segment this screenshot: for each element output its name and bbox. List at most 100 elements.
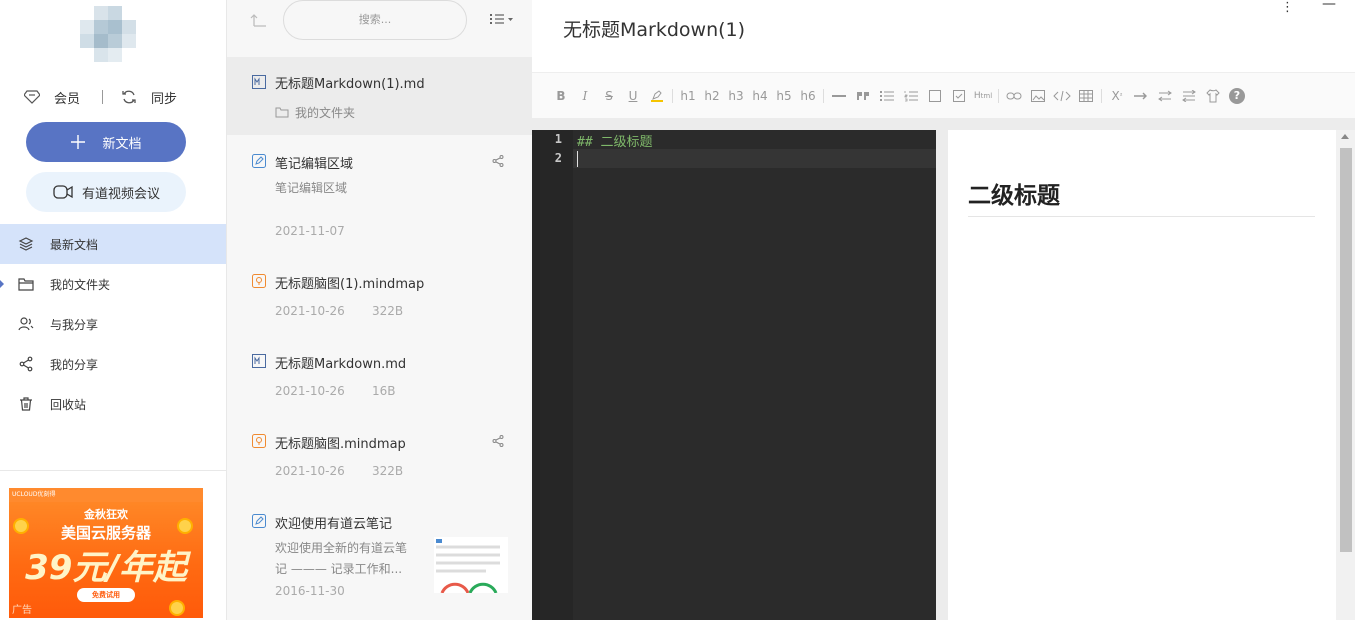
doc-title: 无标题脑图(1).mindmap	[275, 277, 425, 292]
table-button[interactable]	[1074, 86, 1098, 106]
code-button[interactable]	[1050, 86, 1074, 106]
document-title[interactable]: 无标题Markdown(1)	[563, 15, 745, 42]
doc-title: 笔记编辑区域	[275, 157, 354, 172]
divider	[102, 90, 104, 104]
sidebar-item-trash[interactable]: 回收站	[0, 384, 226, 424]
doc-folder: 我的文件夹	[295, 106, 356, 120]
up-level-icon[interactable]	[249, 12, 267, 28]
expand-caret-icon[interactable]	[0, 280, 4, 288]
ad-image[interactable]: UCLOUD优刻得 金秋狂欢 美国云服务器 39元/年起 免费试用 广告	[9, 488, 203, 618]
mindmap-icon	[252, 274, 266, 288]
sidebar-item-shared-with-me[interactable]: 与我分享	[0, 304, 226, 344]
image-icon	[1031, 89, 1045, 102]
bold-button[interactable]: B	[549, 86, 573, 106]
note-icon	[252, 154, 266, 168]
sidebar-item-label: 我的文件夹	[50, 277, 111, 292]
list-item[interactable]: 无标题脑图(1).mindmap 2021-10-26 322B	[227, 257, 532, 335]
pane-divider[interactable]	[936, 130, 948, 620]
doc-title: 无标题Markdown(1).md	[275, 77, 425, 92]
hr-icon	[832, 94, 846, 97]
help-button[interactable]: ?	[1225, 86, 1249, 106]
avatar[interactable]	[80, 6, 136, 62]
list-item[interactable]: 欢迎使用有道云笔记 欢迎使用全新的有道云笔 记 ——— 记录工作和... 201…	[227, 497, 532, 620]
h3-button[interactable]: h3	[724, 86, 748, 106]
arrow-right-icon	[1134, 92, 1147, 99]
doc-size: 322B	[372, 304, 404, 318]
doc-title: 欢迎使用有道云笔记	[275, 517, 393, 532]
ad-banner[interactable]: UCLOUD优刻得 金秋狂欢 美国云服务器 39元/年起 免费试用 广告	[0, 470, 226, 620]
quote-button[interactable]	[851, 86, 875, 106]
horizontal-rule-button[interactable]	[827, 86, 851, 106]
checkbox-button[interactable]	[923, 86, 947, 106]
line-number-gutter: 1 2	[532, 130, 573, 620]
scroll-up-arrow-icon[interactable]	[1341, 134, 1349, 139]
sidebar: 会员 同步 新文档 有道视频会议 最新文档 我的文件夹 与我分享 我的分享 回收…	[0, 0, 227, 620]
doc-date: 2021-10-26	[275, 304, 345, 318]
share-icon[interactable]	[492, 435, 504, 447]
scroll-thumb[interactable]	[1340, 148, 1352, 552]
h2-button[interactable]: h2	[700, 86, 724, 106]
share-icon[interactable]	[492, 155, 504, 167]
doc-summary: 笔记编辑区域	[275, 181, 348, 195]
image-button[interactable]	[1026, 86, 1050, 106]
list-item[interactable]: 无标题Markdown.md 2021-10-26 16B	[227, 337, 532, 415]
sidebar-item-my-shares[interactable]: 我的分享	[0, 344, 226, 384]
bullet-list-button[interactable]	[875, 86, 899, 106]
table-icon	[1079, 89, 1093, 102]
checkbox-icon	[929, 89, 941, 102]
h4-button[interactable]: h4	[748, 86, 772, 106]
h5-button[interactable]: h5	[772, 86, 796, 106]
checked-checkbox-button[interactable]	[947, 86, 971, 106]
doc-size: 16B	[372, 384, 396, 398]
markdown-icon	[252, 75, 266, 89]
align-button[interactable]	[1177, 86, 1201, 106]
toolbar-divider	[1101, 88, 1102, 103]
close-icon[interactable]: —	[1322, 0, 1336, 12]
italic-button[interactable]: I	[573, 86, 597, 106]
doc-thumbnail	[434, 537, 508, 593]
swap-button[interactable]	[1153, 86, 1177, 106]
more-options-icon[interactable]: ⋮	[1281, 0, 1294, 15]
shirt-icon	[1206, 88, 1220, 102]
markdown-editor[interactable]: 1 2 ## 二级标题	[532, 130, 936, 620]
link-button[interactable]	[1002, 86, 1026, 106]
list-item[interactable]: 笔记编辑区域 笔记编辑区域 2021-11-07	[227, 137, 532, 255]
sidebar-item-folders[interactable]: 我的文件夹	[0, 264, 226, 304]
h6-button[interactable]: h6	[796, 86, 820, 106]
video-meeting-button[interactable]: 有道视频会议	[26, 172, 186, 212]
highlight-button[interactable]	[645, 86, 669, 106]
video-meeting-label: 有道视频会议	[81, 186, 160, 202]
preview-scrollbar[interactable]	[1336, 130, 1355, 620]
sync-icon	[122, 90, 136, 104]
folder-icon	[275, 107, 289, 118]
vip-button[interactable]: 会员	[24, 88, 80, 107]
highlight-icon	[651, 89, 663, 102]
new-doc-button[interactable]: 新文档	[26, 122, 186, 162]
toolbar-spacer	[532, 118, 1355, 130]
doc-date: 2021-10-26	[275, 464, 345, 478]
bullet-list-icon	[880, 90, 894, 101]
h1-button[interactable]: h1	[676, 86, 700, 106]
arrow-button[interactable]	[1129, 86, 1153, 106]
thumbnail-image	[436, 539, 500, 593]
mindmap-icon	[252, 434, 266, 448]
search-input[interactable]: 搜索...	[283, 0, 467, 40]
sidebar-item-latest[interactable]: 最新文档	[0, 224, 226, 264]
theme-button[interactable]	[1201, 86, 1225, 106]
underline-button[interactable]: U	[621, 86, 645, 106]
numbered-list-button[interactable]	[899, 86, 923, 106]
list-view-icon[interactable]	[489, 12, 515, 26]
superscript-button[interactable]: X²	[1105, 86, 1129, 106]
ad-price: 39元/年起	[25, 548, 187, 588]
list-item[interactable]: 无标题脑图.mindmap 2021-10-26 322B	[227, 417, 532, 495]
sidebar-item-label: 最新文档	[50, 237, 99, 252]
doc-date: 2016-11-30	[275, 584, 345, 598]
list-item[interactable]: 无标题Markdown(1).md 我的文件夹	[227, 57, 532, 135]
html-button[interactable]: Html	[971, 86, 995, 106]
strikethrough-button[interactable]: S	[597, 86, 621, 106]
code-line: ## 二级标题	[577, 135, 653, 150]
ad-trial-button[interactable]: 免费试用	[77, 588, 135, 602]
diamond-icon	[24, 90, 40, 104]
sidebar-item-label: 回收站	[50, 397, 87, 412]
sync-button[interactable]: 同步	[121, 88, 177, 107]
